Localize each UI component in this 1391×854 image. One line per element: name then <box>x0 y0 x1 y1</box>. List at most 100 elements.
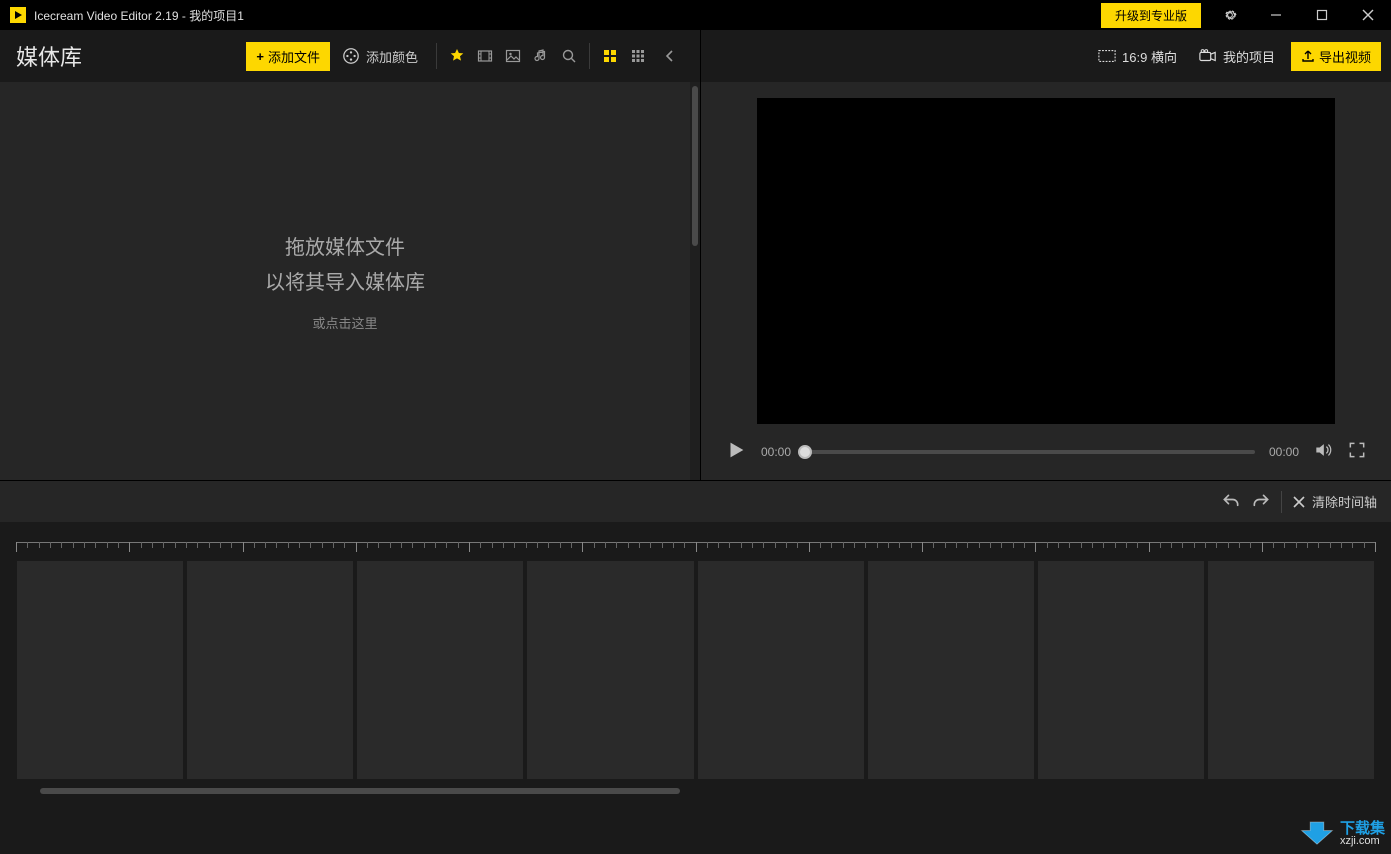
seek-knob[interactable] <box>798 445 812 459</box>
seek-slider[interactable] <box>805 450 1255 454</box>
ruler-tick <box>1228 542 1229 548</box>
filter-all-button[interactable] <box>443 42 471 70</box>
minimize-button[interactable] <box>1253 0 1299 30</box>
ruler-tick <box>1250 542 1251 548</box>
grid-small-icon <box>630 48 646 64</box>
ruler-tick <box>548 542 549 548</box>
ruler-tick <box>118 542 119 548</box>
ruler-tick <box>786 542 787 548</box>
media-drop-zone[interactable]: 拖放媒体文件 以将其导入媒体库 或点击这里 <box>0 82 690 480</box>
ruler-tick <box>265 542 266 548</box>
ruler-tick <box>741 542 742 548</box>
upgrade-button[interactable]: 升级到专业版 <box>1101 3 1201 28</box>
filter-image-button[interactable] <box>499 42 527 70</box>
ruler-tick <box>175 542 176 548</box>
watermark-url: xzji.com <box>1340 836 1385 847</box>
play-button[interactable] <box>725 439 747 466</box>
media-scrollbar[interactable] <box>690 82 700 480</box>
ruler-tick <box>1103 542 1104 548</box>
view-grid-large-button[interactable] <box>596 42 624 70</box>
my-project-button[interactable]: 我的项目 <box>1193 43 1281 70</box>
ruler-tick <box>514 542 515 548</box>
ruler-tick <box>288 542 289 548</box>
close-button[interactable] <box>1345 0 1391 30</box>
filter-audio-button[interactable] <box>527 42 555 70</box>
video-canvas[interactable] <box>757 98 1335 424</box>
clear-timeline-button[interactable]: 清除时间轴 <box>1292 492 1377 511</box>
ruler-tick <box>990 542 991 548</box>
timeline-slot[interactable] <box>1207 560 1375 780</box>
timeline-slot[interactable] <box>1037 560 1205 780</box>
ruler-tick <box>650 542 651 548</box>
undo-button[interactable] <box>1221 492 1241 512</box>
palette-icon <box>342 47 360 65</box>
add-file-label: 添加文件 <box>268 47 320 66</box>
ruler-tick <box>616 542 617 548</box>
ruler-tick <box>50 542 51 548</box>
timeline-ruler[interactable] <box>16 542 1375 556</box>
redo-button[interactable] <box>1251 492 1271 512</box>
ruler-tick <box>831 542 832 548</box>
ruler-tick <box>254 542 255 548</box>
watermark: 下载集 xzji.com <box>1300 820 1385 848</box>
volume-button[interactable] <box>1313 440 1333 465</box>
ruler-tick <box>469 542 470 552</box>
ruler-tick <box>61 542 62 548</box>
ruler-tick <box>299 542 300 548</box>
maximize-button[interactable] <box>1299 0 1345 30</box>
timeline-slot[interactable] <box>526 560 694 780</box>
ruler-tick <box>718 542 719 548</box>
drop-text-line1: 拖放媒体文件 <box>285 231 405 260</box>
timeline-slot[interactable] <box>867 560 1035 780</box>
filter-video-button[interactable] <box>471 42 499 70</box>
ruler-tick <box>662 542 663 548</box>
export-video-label: 导出视频 <box>1319 47 1371 66</box>
timeline-h-scrollbar[interactable] <box>16 786 1375 796</box>
ruler-tick <box>956 542 957 548</box>
volume-icon <box>1313 440 1333 460</box>
scrollbar-thumb[interactable] <box>692 86 698 246</box>
app-icon <box>10 7 26 23</box>
export-video-button[interactable]: 导出视频 <box>1291 42 1381 71</box>
timeline-slot[interactable] <box>697 560 865 780</box>
timeline-track[interactable] <box>16 560 1375 780</box>
ruler-tick <box>356 542 357 552</box>
ruler-tick <box>480 542 481 548</box>
add-file-button[interactable]: + 添加文件 <box>246 42 330 71</box>
media-library-heading: 媒体库 <box>16 40 82 72</box>
toolbar-divider <box>589 43 590 69</box>
ruler-tick <box>1307 542 1308 548</box>
ruler-tick <box>276 542 277 548</box>
ruler-tick <box>526 542 527 548</box>
ruler-tick <box>865 542 866 548</box>
add-color-button[interactable]: 添加颜色 <box>342 47 418 66</box>
search-button[interactable] <box>555 42 583 70</box>
undo-icon <box>1221 492 1241 512</box>
ruler-tick <box>1182 542 1183 548</box>
chevron-left-icon <box>662 48 678 64</box>
ruler-tick <box>1171 542 1172 548</box>
ruler-tick <box>1205 542 1206 548</box>
collapse-panel-button[interactable] <box>656 42 684 70</box>
timeline-slot[interactable] <box>186 560 354 780</box>
settings-button[interactable] <box>1207 0 1253 30</box>
fullscreen-button[interactable] <box>1347 440 1367 465</box>
timeline-slot[interactable] <box>16 560 184 780</box>
media-toolbar: 媒体库 + 添加文件 添加颜色 <box>0 30 700 82</box>
ruler-tick <box>797 542 798 548</box>
timeline-slot[interactable] <box>356 560 524 780</box>
window-title: Icecream Video Editor 2.19 - 我的项目1 <box>34 7 244 24</box>
toolbar-divider <box>1281 491 1282 513</box>
ruler-tick <box>73 542 74 548</box>
aspect-ratio-button[interactable]: 16:9 横向 <box>1092 43 1183 70</box>
ruler-tick <box>163 542 164 548</box>
scrollbar-thumb[interactable] <box>40 788 680 794</box>
ruler-tick <box>1318 542 1319 548</box>
view-grid-small-button[interactable] <box>624 42 652 70</box>
add-color-label: 添加颜色 <box>366 47 418 66</box>
ruler-tick <box>1194 542 1195 548</box>
ruler-tick <box>696 542 697 552</box>
ruler-tick <box>492 542 493 548</box>
ruler-tick <box>922 542 923 552</box>
ruler-tick <box>582 542 583 552</box>
